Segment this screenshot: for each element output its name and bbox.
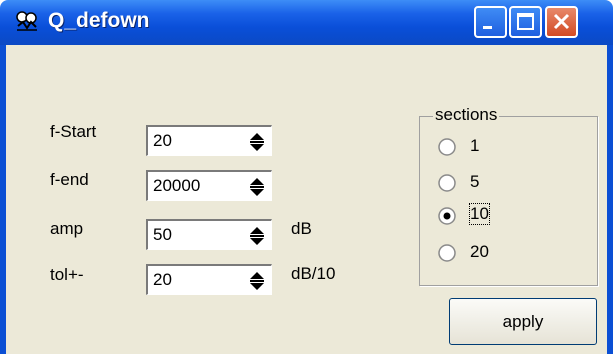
radio-label-10[interactable]: 10 [469, 203, 490, 225]
app-glyph-icon [16, 11, 37, 31]
close-icon [553, 13, 570, 30]
f-end-value[interactable]: 20000 [153, 176, 200, 196]
radio-label-5[interactable]: 5 [470, 172, 479, 192]
app-window: Q_defown f-Start 20 f-end 20000 amp 50 d… [0, 0, 613, 354]
spin-arrows-icon[interactable] [248, 132, 266, 152]
minimize-button[interactable] [474, 6, 507, 38]
amp-unit-label: dB [291, 219, 312, 238]
spin-arrows-icon[interactable] [248, 271, 266, 291]
tol-value[interactable]: 20 [153, 270, 172, 290]
tol-label: tol+- [50, 265, 84, 284]
tol-unit-label: dB/10 [291, 264, 336, 283]
window-frame-right [607, 45, 613, 354]
radio-label-20[interactable]: 20 [470, 242, 489, 262]
spin-arrows-icon[interactable] [248, 226, 266, 246]
f-start-label: f-Start [50, 122, 97, 141]
minimize-icon [483, 26, 492, 29]
f-start-value[interactable]: 20 [153, 131, 172, 151]
spin-arrows-icon[interactable] [248, 177, 266, 197]
radio-section-5[interactable] [437, 173, 457, 193]
amp-value[interactable]: 50 [153, 225, 172, 245]
radio-label-1[interactable]: 1 [470, 136, 479, 156]
close-button[interactable] [545, 6, 578, 38]
radio-section-20[interactable] [437, 243, 457, 263]
apply-button[interactable]: apply [449, 298, 597, 345]
maximize-button[interactable] [509, 6, 542, 38]
radio-section-10[interactable] [437, 206, 457, 226]
f-start-spinner[interactable]: 20 [146, 125, 272, 156]
f-end-spinner[interactable]: 20000 [146, 170, 272, 201]
amp-spinner[interactable]: 50 [146, 219, 272, 250]
sections-group-title: sections [433, 105, 500, 125]
amp-label: amp [50, 219, 84, 238]
f-end-label: f-end [50, 170, 89, 189]
radio-section-1[interactable] [437, 137, 457, 157]
title-bar[interactable]: Q_defown [0, 0, 613, 45]
maximize-icon [517, 13, 534, 30]
window-title: Q_defown [48, 9, 150, 32]
tol-spinner[interactable]: 20 [146, 264, 272, 295]
